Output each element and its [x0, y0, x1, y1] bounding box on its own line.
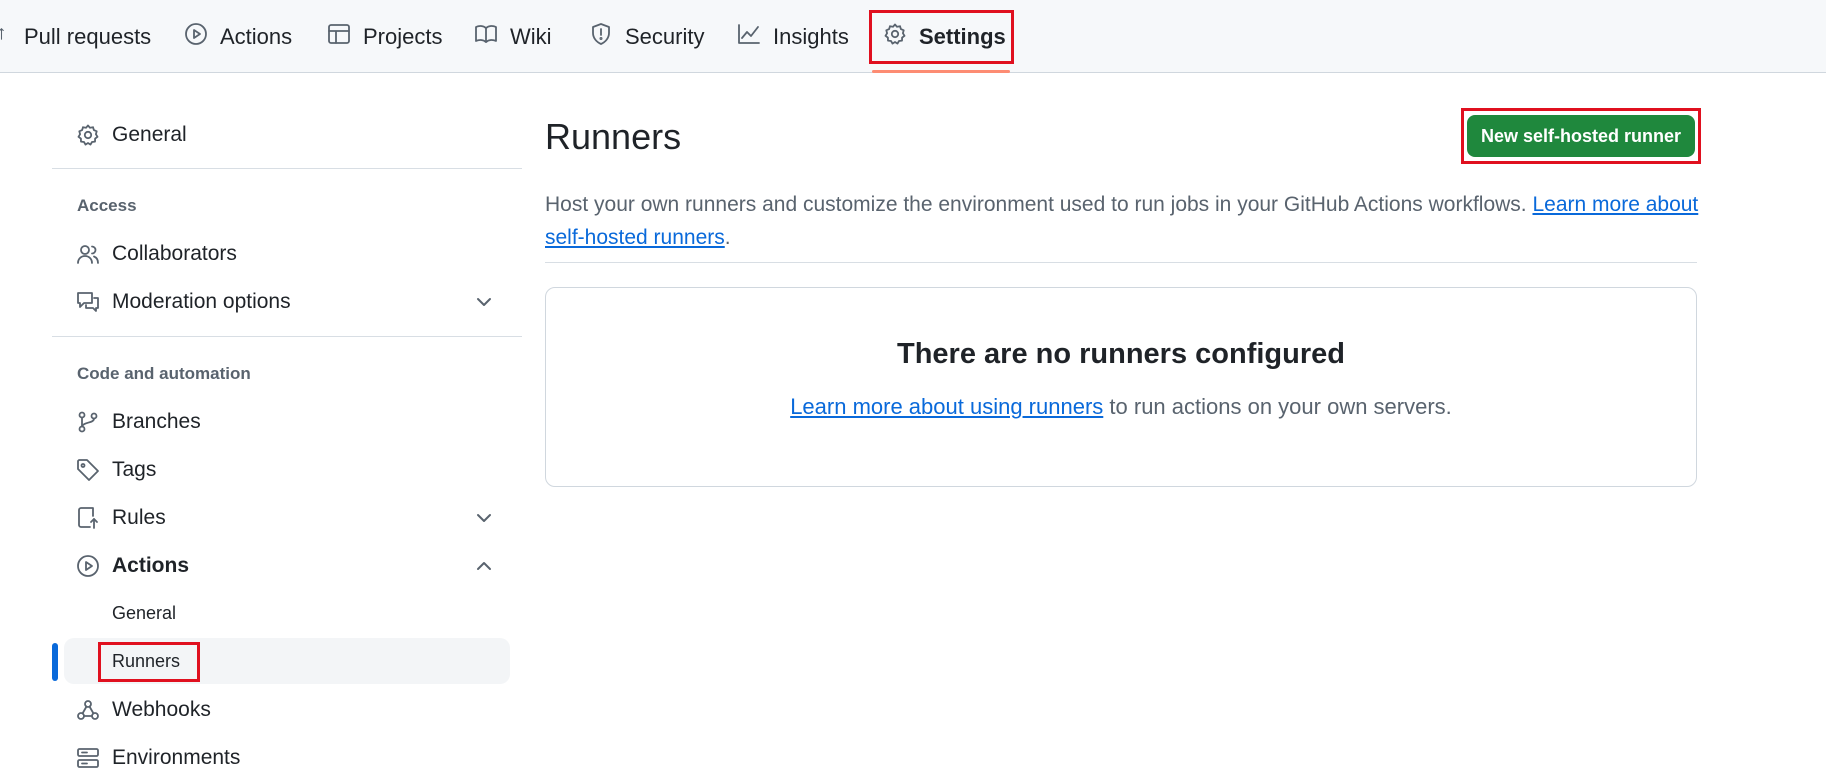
sidebar-item-label: Webhooks: [112, 698, 211, 721]
repo-nav-bar: Pull requests Actions Projects Wiki Secu…: [0, 0, 1826, 73]
sidebar-item-actions[interactable]: Actions: [72, 543, 510, 589]
sidebar-item-label: Moderation options: [112, 290, 291, 313]
header-divider: [545, 262, 1697, 263]
tab-wiki[interactable]: Wiki: [474, 0, 552, 73]
empty-state-title: There are no runners configured: [897, 338, 1345, 370]
play-icon: [76, 554, 100, 578]
sidebar-item-label: General: [112, 123, 187, 146]
pull-request-icon: [0, 22, 12, 52]
tab-projects[interactable]: Projects: [327, 0, 442, 73]
sidebar-subitem-actions-general[interactable]: General: [64, 590, 510, 636]
tab-label: Insights: [773, 23, 849, 49]
sidebar-item-label: Rules: [112, 506, 166, 529]
people-icon: [76, 242, 100, 266]
tab-pull-requests[interactable]: Pull requests: [0, 0, 151, 73]
sidebar-divider: [52, 168, 522, 169]
sidebar-subitem-runners[interactable]: Runners: [64, 638, 510, 684]
empty-state-text: Learn more about using runners to run ac…: [546, 394, 1696, 420]
comment-discussion-icon: [76, 290, 100, 314]
sidebar-item-environments[interactable]: Environments: [72, 735, 510, 778]
sidebar-item-label: Environments: [112, 746, 241, 769]
sidebar-item-label: Branches: [112, 410, 201, 433]
sidebar-item-webhooks[interactable]: Webhooks: [72, 687, 510, 733]
tab-label: Actions: [220, 23, 293, 49]
book-icon: [474, 22, 498, 52]
sidebar-section-access: Access: [77, 196, 137, 215]
play-icon: [184, 22, 208, 52]
sidebar-section-code-and-automation: Code and automation: [77, 364, 251, 383]
tag-icon: [76, 458, 100, 482]
empty-state-suffix: to run actions on your own servers.: [1109, 394, 1452, 419]
sidebar-item-label: Actions: [112, 554, 190, 577]
sidebar-item-tags[interactable]: Tags: [72, 447, 510, 493]
repo-push-icon: [76, 506, 100, 530]
webhook-icon: [76, 698, 100, 722]
tab-actions[interactable]: Actions: [184, 0, 292, 73]
tab-settings[interactable]: Settings: [883, 0, 1006, 73]
sidebar-item-label: Runners: [112, 650, 181, 671]
page-title: Runners: [545, 116, 682, 157]
tab-label: Settings: [919, 23, 1006, 49]
sidebar-item-general[interactable]: General: [72, 112, 510, 158]
chevron-up-icon[interactable]: [472, 554, 496, 578]
shield-icon: [589, 22, 613, 52]
selected-tab-underline: [872, 70, 1010, 73]
description-text: Host your own runners and customize the …: [545, 193, 1527, 216]
sidebar-divider: [52, 336, 522, 337]
tab-label: Projects: [363, 23, 443, 49]
tab-label: Security: [625, 23, 705, 49]
tab-label: Pull requests: [24, 23, 152, 49]
sidebar-item-label: Tags: [112, 458, 157, 481]
tab-label: Wiki: [510, 23, 552, 49]
branch-icon: [76, 410, 100, 434]
sidebar-item-collaborators[interactable]: Collaborators: [72, 231, 510, 277]
sidebar-item-rules[interactable]: Rules: [72, 495, 510, 541]
chevron-down-icon[interactable]: [472, 506, 496, 530]
sidebar-item-label: General: [112, 602, 177, 623]
active-item-indicator: [52, 643, 58, 681]
gear-icon: [76, 123, 100, 147]
gear-icon: [883, 22, 907, 52]
server-icon: [76, 746, 100, 770]
chevron-down-icon[interactable]: [472, 290, 496, 314]
learn-more-runners-link[interactable]: Learn more about using runners: [790, 394, 1103, 419]
empty-state-box: There are no runners configured Learn mo…: [545, 287, 1697, 487]
new-self-hosted-runner-button[interactable]: New self-hosted runner: [1467, 115, 1695, 157]
tab-security[interactable]: Security: [589, 0, 704, 73]
tab-insights[interactable]: Insights: [737, 0, 849, 73]
runners-description: Host your own runners and customize the …: [545, 193, 1699, 249]
sidebar-item-label: Collaborators: [112, 242, 237, 265]
graph-icon: [737, 22, 761, 52]
sidebar-item-branches[interactable]: Branches: [72, 399, 510, 445]
table-icon: [327, 22, 351, 52]
sidebar-item-moderation-options[interactable]: Moderation options: [72, 279, 510, 325]
